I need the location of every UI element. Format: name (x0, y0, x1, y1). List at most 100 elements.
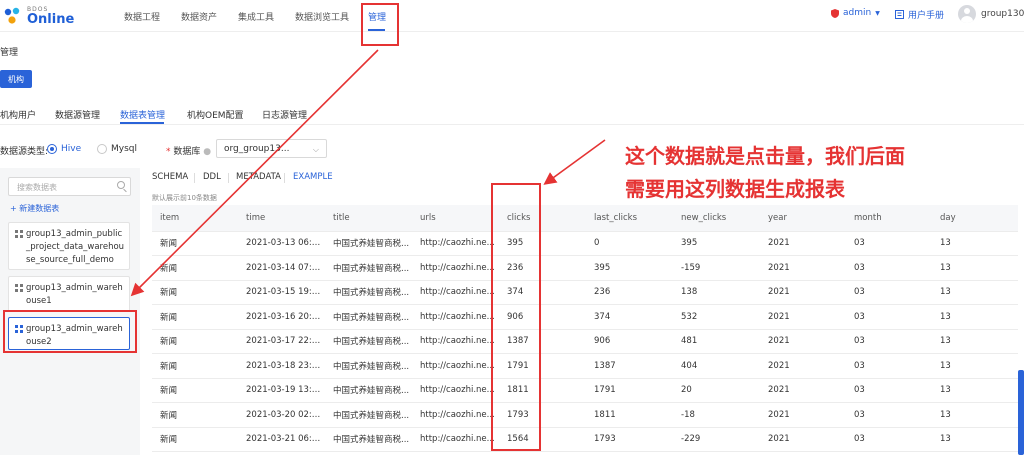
table-cell: 13 (932, 402, 1018, 428)
table-header-row: item time title urls clicks last_clicks … (152, 205, 1018, 232)
logo[interactable]: BDOS Online (3, 3, 74, 29)
table-row: 新闻 2021-03-19 13:0... 中国式养娃智商税... http://ca… (152, 378, 1018, 403)
table-item-warehouse1[interactable]: group13_admin_warehouse1 (8, 276, 130, 312)
table-cell: http://caozhi.ne... (412, 329, 499, 354)
admin-name: admin (843, 8, 872, 18)
database-select-value: org_group13... (224, 144, 290, 154)
table-search-input[interactable]: 搜索数据表 (8, 177, 131, 196)
book-icon (895, 10, 904, 19)
table-cell: 03 (846, 402, 932, 428)
nav-item-data-engineering[interactable]: 数据工程 (124, 10, 160, 23)
table-cell: 03 (846, 304, 932, 330)
table-cell: 2021 (760, 304, 846, 330)
table-row: 新闻 2021-03-18 23:5... 中国式养娃智商税... http://ca… (152, 353, 1018, 379)
search-placeholder: 搜索数据表 (17, 183, 57, 192)
table-cell: 中国式养娃智商税... (325, 304, 412, 330)
subtab-example[interactable]: EXAMPLE (293, 172, 333, 182)
column-header: new_clicks (673, 205, 760, 232)
table-cell: 2021-03-20 02:4... (238, 402, 325, 428)
table-cell: 新闻 (152, 231, 238, 256)
table-row: 新闻 2021-03-16 20:2... 中国式养娃智商税... http://ca… (152, 304, 1018, 330)
table-cell: 20 (673, 378, 760, 403)
column-header: item (152, 205, 238, 232)
table-row: 新闻 2021-03-13 06:1... 中国式养娃智商税... http://ca… (152, 231, 1018, 256)
top-nav-bar: BDOS Online 数据工程 数据资产 集成工具 数据浏览工具 管理 adm… (0, 0, 1024, 32)
user-manual-link[interactable]: 用户手册 (895, 8, 944, 21)
new-table-link[interactable]: + 新建数据表 (10, 203, 59, 214)
column-header: title (325, 205, 412, 232)
table-cell: 中国式养娃智商税... (325, 329, 412, 354)
table-cell: 03 (846, 427, 932, 452)
avatar (958, 5, 976, 23)
subtab-schema[interactable]: SCHEMA (152, 172, 188, 182)
table-cell: 2021-03-15 19:5... (238, 280, 325, 305)
table-cell: -159 (673, 255, 760, 281)
table-row: 新闻 2021-03-15 19:5... 中国式养娃智商税... http://ca… (152, 280, 1018, 305)
example-data-table: item time title urls clicks last_clicks … (152, 205, 1018, 452)
database-select[interactable]: org_group13... ⌵ (216, 139, 327, 158)
table-item-source-full-demo[interactable]: group13_admin_public_project_data_wareho… (8, 222, 130, 270)
table-cell: -18 (673, 402, 760, 428)
table-cell: 中国式养娃智商税... (325, 427, 412, 452)
chevron-down-icon: ⌵ (312, 145, 319, 154)
table-cell: http://caozhi.ne... (412, 402, 499, 428)
scrollbar[interactable] (1018, 370, 1024, 455)
subtab-ddl[interactable]: DDL (203, 172, 221, 182)
table-cell: http://caozhi.ne... (412, 255, 499, 281)
tabs-divider (0, 124, 1024, 125)
highlight-box-clicks-column (491, 183, 541, 451)
table-cell: http://caozhi.ne... (412, 378, 499, 403)
table-cell: 03 (846, 329, 932, 354)
table-cell: 2021 (760, 255, 846, 281)
table-cell: 新闻 (152, 402, 238, 428)
table-cell: 236 (586, 280, 673, 305)
table-cell: 03 (846, 280, 932, 305)
admin-menu[interactable]: admin ▼ (831, 8, 880, 18)
table-cell: 中国式养娃智商税... (325, 231, 412, 256)
table-item-label: group13_admin_warehouse1 (26, 283, 123, 306)
table-cell: 2021 (760, 378, 846, 403)
nav-item-integration-tools[interactable]: 集成工具 (238, 10, 274, 23)
column-header: urls (412, 205, 499, 232)
table-cell: 中国式养娃智商税... (325, 353, 412, 379)
nav-item-data-assets[interactable]: 数据资产 (181, 10, 217, 23)
table-cell: 03 (846, 255, 932, 281)
tab-org-users[interactable]: 机构用户 (0, 108, 36, 121)
table-cell: 1793 (586, 427, 673, 452)
tab-datasource-management[interactable]: 数据源管理 (55, 108, 100, 121)
table-cell: -229 (673, 427, 760, 452)
table-cell: 0 (586, 231, 673, 256)
table-cell: 1387 (586, 353, 673, 379)
tab-oem-config[interactable]: 机构OEM配置 (187, 108, 244, 121)
table-cell: 2021-03-19 13:0... (238, 378, 325, 403)
table-cell: 2021-03-16 20:2... (238, 304, 325, 330)
table-cell: 新闻 (152, 329, 238, 354)
grid-icon (15, 284, 23, 292)
nav-item-data-browse-tools[interactable]: 数据浏览工具 (295, 10, 349, 23)
subtab-metadata[interactable]: METADATA (236, 172, 281, 182)
table-cell: 532 (673, 304, 760, 330)
table-cell: 13 (932, 353, 1018, 379)
table-cell: 1811 (586, 402, 673, 428)
radio-mysql[interactable] (97, 144, 107, 154)
user-menu[interactable]: group1303 (958, 5, 1024, 23)
radio-mysql-label[interactable]: Mysql (111, 144, 137, 154)
table-row: 新闻 2021-03-21 06:1... 中国式养娃智商税... http://ca… (152, 427, 1018, 452)
table-item-label: group13_admin_public_project_data_wareho… (26, 229, 125, 265)
radio-hive-label[interactable]: Hive (61, 144, 81, 154)
tab-log-source-management[interactable]: 日志源管理 (262, 108, 307, 121)
radio-hive[interactable] (47, 144, 57, 154)
table-cell: 2021-03-13 06:1... (238, 231, 325, 256)
table-cell: 138 (673, 280, 760, 305)
table-cell: 13 (932, 231, 1018, 256)
org-button[interactable]: 机构 (0, 70, 32, 88)
table-cell: 新闻 (152, 255, 238, 281)
table-cell: 13 (932, 427, 1018, 452)
table-row: 新闻 2021-03-14 07:4... 中国式养娃智商税... http://ca… (152, 255, 1018, 281)
table-cell: 374 (586, 304, 673, 330)
table-cell: 2021-03-14 07:4... (238, 255, 325, 281)
logo-big-text: Online (27, 11, 75, 27)
tab-table-management[interactable]: 数据表管理 (120, 108, 165, 121)
table-cell: 395 (673, 231, 760, 256)
table-cell: 2021-03-21 06:1... (238, 427, 325, 452)
